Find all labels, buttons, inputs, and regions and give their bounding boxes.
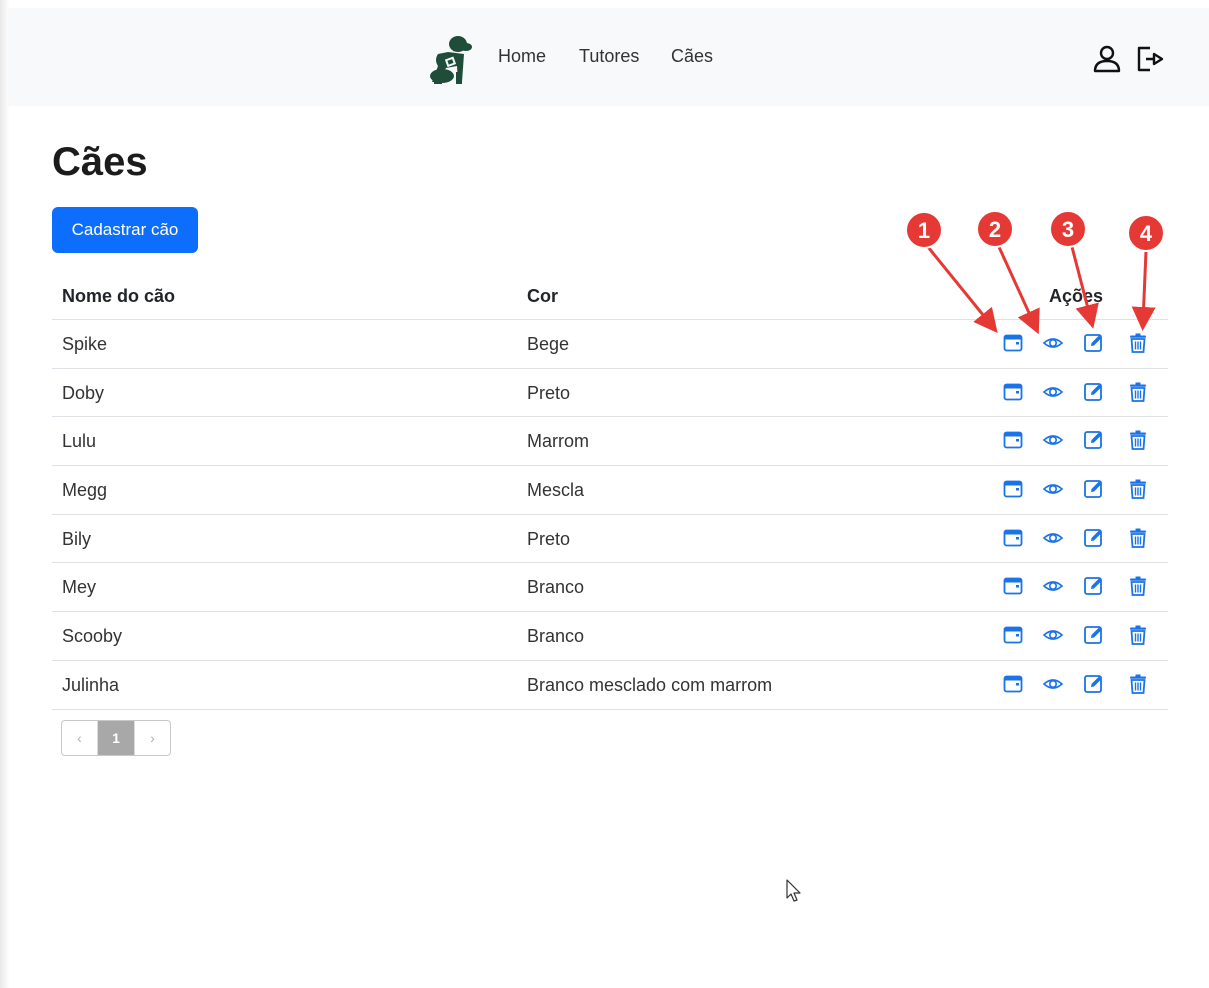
calendar-icon[interactable] <box>1002 527 1024 549</box>
nav-home-link[interactable]: Home <box>498 46 546 67</box>
pagination-page-1[interactable]: 1 <box>98 721 134 755</box>
table-row: Mey Branco <box>52 563 1168 613</box>
dog-name-cell: Lulu <box>62 431 97 452</box>
dog-logo-icon[interactable] <box>424 32 474 86</box>
dog-name-cell: Julinha <box>62 674 120 695</box>
eye-icon[interactable] <box>1042 624 1064 646</box>
edit-icon[interactable] <box>1083 381 1105 403</box>
eye-icon[interactable] <box>1042 478 1064 500</box>
table-row: Spike Bege <box>52 320 1168 369</box>
eye-icon[interactable] <box>1042 332 1064 354</box>
table-row: Scooby Branco <box>52 612 1168 661</box>
dog-name-cell: Megg <box>62 480 108 501</box>
eye-icon[interactable] <box>1042 429 1064 451</box>
edit-icon[interactable] <box>1083 527 1105 549</box>
dog-name-cell: Scooby <box>62 626 123 647</box>
trash-icon[interactable] <box>1127 575 1149 597</box>
trash-icon[interactable] <box>1127 673 1149 695</box>
dogs-table: Nome do cão Cor Ações Spike Bege Doby Preto… <box>52 272 1168 710</box>
dog-color-cell: Preto <box>527 528 571 549</box>
header-dog-name: Nome do cão <box>62 286 176 306</box>
trash-icon[interactable] <box>1127 478 1149 500</box>
dog-name-cell: Spike <box>62 334 108 354</box>
calendar-icon[interactable] <box>1002 429 1024 451</box>
trash-icon[interactable] <box>1127 527 1149 549</box>
table-row: Lulu Marrom <box>52 417 1168 467</box>
edit-icon[interactable] <box>1083 478 1105 500</box>
edit-icon[interactable] <box>1083 673 1105 695</box>
trash-icon[interactable] <box>1127 332 1149 354</box>
dog-name-cell: Bily <box>62 528 92 549</box>
pagination: ‹ 1 › <box>61 720 171 756</box>
dog-name-cell: Mey <box>62 577 97 598</box>
edit-icon[interactable] <box>1083 575 1105 597</box>
dog-color-cell: Bege <box>527 334 570 354</box>
header-actions: Ações <box>1049 286 1104 306</box>
calendar-icon[interactable] <box>1002 332 1024 354</box>
header-color: Cor <box>527 286 558 306</box>
trash-icon[interactable] <box>1127 429 1149 451</box>
annotation-badge-4: 4 <box>1140 221 1153 246</box>
dog-color-cell: Branco mesclado com marrom <box>527 674 773 695</box>
eye-icon[interactable] <box>1042 673 1064 695</box>
nav-tutores-link[interactable]: Tutores <box>579 46 639 67</box>
window-left-edge <box>0 0 10 988</box>
trash-icon[interactable] <box>1127 381 1149 403</box>
add-dog-button[interactable]: Cadastrar cão <box>52 207 198 253</box>
dog-color-cell: Marrom <box>527 431 589 452</box>
edit-icon[interactable] <box>1083 624 1105 646</box>
edit-icon[interactable] <box>1083 429 1105 451</box>
edit-icon[interactable] <box>1083 332 1105 354</box>
navbar: Home Tutores Cães <box>8 8 1209 106</box>
calendar-icon[interactable] <box>1002 673 1024 695</box>
dog-color-cell: Mescla <box>527 480 585 501</box>
table-row: Doby Preto <box>52 369 1168 418</box>
table-row: Megg Mescla <box>52 466 1168 515</box>
nav-caes-link[interactable]: Cães <box>671 46 713 67</box>
dog-color-cell: Preto <box>527 382 571 403</box>
calendar-icon[interactable] <box>1002 478 1024 500</box>
annotation-badge-2: 2 <box>989 217 1001 242</box>
logout-icon[interactable] <box>1132 42 1166 76</box>
table-row: Julinha Branco mesclado com marrom <box>52 661 1168 710</box>
user-icon[interactable] <box>1090 42 1124 76</box>
table-row: Bily Preto <box>52 515 1168 564</box>
pagination-prev-button[interactable]: ‹ <box>62 721 98 755</box>
dog-color-cell: Branco <box>527 626 585 647</box>
table-header: Nome do cão Cor Ações <box>52 272 1168 320</box>
page-title: Cães <box>52 140 148 184</box>
calendar-icon[interactable] <box>1002 624 1024 646</box>
trash-icon[interactable] <box>1127 624 1149 646</box>
table-body: Spike Bege Doby Preto Lulu Marrom Megg Mescla Bi… <box>52 320 1168 710</box>
dog-name-cell: Doby <box>62 382 105 403</box>
mouse-cursor-icon <box>786 879 801 902</box>
annotation-badge-1: 1 <box>918 218 930 243</box>
eye-icon[interactable] <box>1042 575 1064 597</box>
eye-icon[interactable] <box>1042 527 1064 549</box>
calendar-icon[interactable] <box>1002 381 1024 403</box>
pagination-next-button[interactable]: › <box>134 721 170 755</box>
calendar-icon[interactable] <box>1002 575 1024 597</box>
eye-icon[interactable] <box>1042 381 1064 403</box>
annotation-badge-3: 3 <box>1062 217 1074 242</box>
dog-color-cell: Branco <box>527 577 585 598</box>
